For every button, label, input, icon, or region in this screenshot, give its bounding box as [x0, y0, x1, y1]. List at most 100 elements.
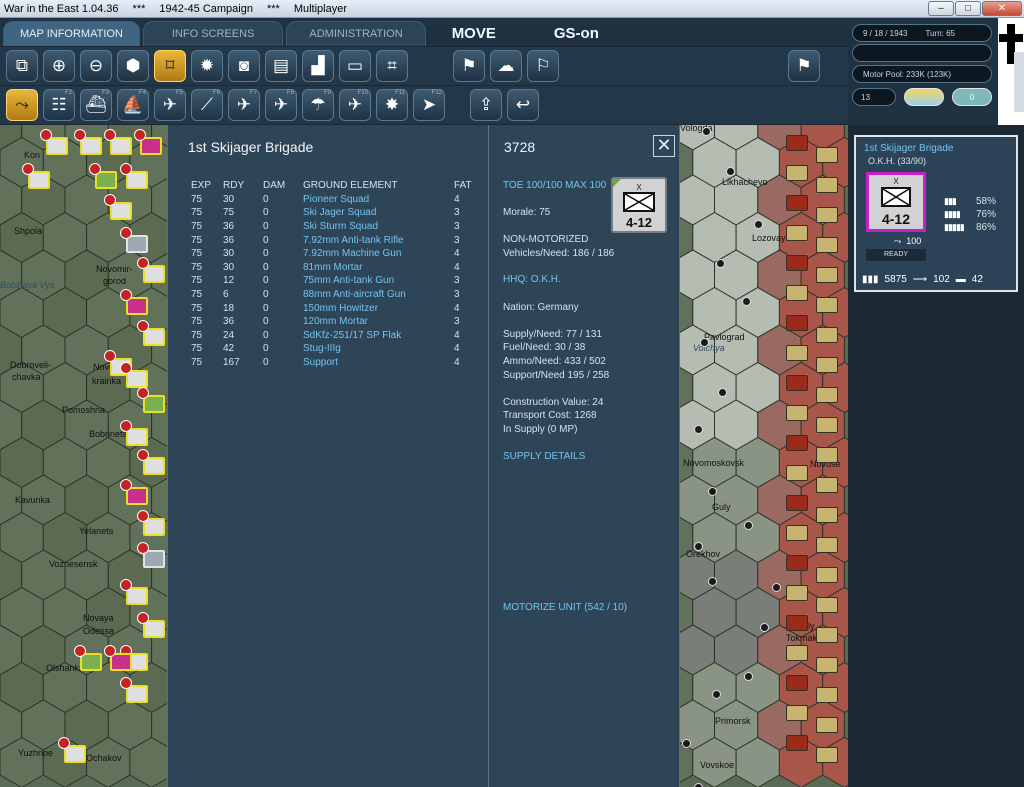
enemy-unit-counter[interactable]: [786, 735, 808, 751]
enemy-unit-counter[interactable]: [786, 405, 808, 421]
enemy-unit-counter[interactable]: [786, 585, 808, 601]
gear-icon[interactable]: ✹: [191, 50, 223, 82]
enemy-unit-counter[interactable]: [816, 327, 838, 343]
enemy-unit-counter[interactable]: [786, 555, 808, 571]
card-unit-counter[interactable]: X 4-12: [866, 172, 926, 232]
enemy-unit-counter[interactable]: [816, 747, 838, 763]
minimize-button[interactable]: –: [928, 1, 954, 16]
air-transfer-icon[interactable]: ✈ F7: [228, 89, 260, 121]
enemy-unit-counter[interactable]: [816, 627, 838, 643]
motorize-unit-link[interactable]: MOTORIZE UNIT (542 / 10): [503, 602, 627, 613]
enemy-unit-counter[interactable]: [816, 297, 838, 313]
enemy-unit-counter[interactable]: [786, 435, 808, 451]
supply-details-link[interactable]: SUPPLY DETAILS: [503, 451, 585, 462]
enemy-unit-counter[interactable]: [816, 147, 838, 163]
end-turn-flag-icon[interactable]: ⚑: [788, 50, 820, 82]
enemy-unit-counter[interactable]: [816, 657, 838, 673]
enemy-unit-counter[interactable]: [786, 495, 808, 511]
enemy-unit-counter[interactable]: [786, 315, 808, 331]
enemy-unit-counter[interactable]: [786, 705, 808, 721]
close-icon[interactable]: ✕: [653, 135, 675, 157]
table-row[interactable]: 75 6 0 88mm Anti-aircraft Gun 3: [191, 288, 484, 302]
tab-info-screens[interactable]: INFO SCREENS: [142, 21, 284, 46]
rectangle-icon[interactable]: ▭: [339, 50, 371, 82]
zoom-in-icon[interactable]: ⊕: [43, 50, 75, 82]
enemy-unit-counter[interactable]: [786, 465, 808, 481]
flag-icon[interactable]: ⚐: [527, 50, 559, 82]
enemy-unit-counter[interactable]: [816, 447, 838, 463]
table-row[interactable]: 75 36 0 7.92mm Anti-tank Rifle 3: [191, 233, 484, 247]
weather-icon[interactable]: ☁: [490, 50, 522, 82]
enemy-unit-counter[interactable]: [786, 645, 808, 661]
enemy-unit-counter[interactable]: [786, 675, 808, 691]
toe-link[interactable]: TOE 100/100 MAX 100: [503, 180, 606, 191]
ground-support-toggle[interactable]: GS-on: [554, 21, 599, 46]
zoom-out-icon[interactable]: ⊖: [80, 50, 112, 82]
enemy-unit-counter[interactable]: [786, 345, 808, 361]
air-attack-ground-icon[interactable]: ✈ F8: [265, 89, 297, 121]
naval-transport-icon[interactable]: ⛴ F3: [80, 89, 112, 121]
enemy-unit-counter[interactable]: [816, 237, 838, 253]
table-row[interactable]: 75 18 0 150mm Howitzer 4: [191, 301, 484, 315]
truck-icon[interactable]: ▤: [265, 50, 297, 82]
enemy-unit-counter[interactable]: [816, 417, 838, 433]
table-row[interactable]: 75 36 0 Ski Sturm Squad 3: [191, 220, 484, 234]
rail-icon[interactable]: ☷ F2: [43, 89, 75, 121]
close-window-button[interactable]: ✕: [982, 1, 1022, 16]
attack-icon[interactable]: ➤ F12: [413, 89, 445, 121]
movement-path-icon[interactable]: ⤳ F1: [6, 89, 38, 121]
enemy-unit-counter[interactable]: [816, 597, 838, 613]
ship-icon[interactable]: ⛵ F4: [117, 89, 149, 121]
enemy-unit-counter[interactable]: [816, 477, 838, 493]
enemy-unit-counter[interactable]: [786, 165, 808, 181]
col-dam[interactable]: DAM: [263, 180, 303, 191]
table-row[interactable]: 75 42 0 Stug-IIIg 4: [191, 342, 484, 356]
paradrop-icon[interactable]: ☂ F9: [302, 89, 334, 121]
table-row[interactable]: 75 167 0 Support 4: [191, 356, 484, 370]
factory-icon[interactable]: ▟: [302, 50, 334, 82]
enemy-unit-counter[interactable]: [816, 387, 838, 403]
col-ground-element[interactable]: GROUND ELEMENT: [303, 180, 454, 191]
upload-icon[interactable]: ⇪: [470, 89, 502, 121]
enemy-unit-counter[interactable]: [786, 255, 808, 271]
airstrike-icon[interactable]: ✈ F5: [154, 89, 186, 121]
explosion-icon[interactable]: ✸ F11: [376, 89, 408, 121]
enemy-unit-counter[interactable]: [786, 195, 808, 211]
air-base-icon[interactable]: ⟋ F6: [191, 89, 223, 121]
tab-map-information[interactable]: MAP INFORMATION: [3, 21, 140, 46]
enemy-unit-counter[interactable]: [816, 207, 838, 223]
col-rdy[interactable]: RDY: [223, 180, 263, 191]
enemy-unit-counter[interactable]: [786, 285, 808, 301]
table-row[interactable]: 75 30 0 Pioneer Squad 4: [191, 193, 484, 207]
col-fat[interactable]: FAT: [454, 180, 484, 191]
table-row[interactable]: 75 75 0 Ski Jager Squad 3: [191, 206, 484, 220]
scrollbar[interactable]: [1014, 52, 1024, 112]
maximize-button[interactable]: □: [955, 1, 981, 16]
move-mode-button[interactable]: MOVE: [452, 21, 496, 46]
unit-display-icon[interactable]: ◙: [228, 50, 260, 82]
hhq-link[interactable]: HHQ: O.K.H.: [503, 274, 561, 285]
enemy-unit-counter[interactable]: [786, 225, 808, 241]
enemy-unit-counter[interactable]: [816, 717, 838, 733]
enemy-unit-counter[interactable]: [816, 267, 838, 283]
undo-icon[interactable]: ↩: [507, 89, 539, 121]
unit-summary-card[interactable]: 1st Skijager Brigade O.K.H. (33/90) X 4-…: [854, 135, 1018, 292]
col-exp[interactable]: EXP: [191, 180, 223, 191]
hex-grid-icon[interactable]: ⬢: [117, 50, 149, 82]
enemy-unit-counter[interactable]: [786, 525, 808, 541]
table-row[interactable]: 75 24 0 SdKfz-251/17 SP Flak 4: [191, 329, 484, 343]
windows-icon[interactable]: ⧉: [6, 50, 38, 82]
enemy-unit-counter[interactable]: [816, 537, 838, 553]
tab-administration[interactable]: ADMINISTRATION: [286, 21, 426, 46]
enemy-unit-counter[interactable]: [816, 567, 838, 583]
map-overlay-icon[interactable]: ⌗: [376, 50, 408, 82]
enemy-unit-counter[interactable]: [816, 687, 838, 703]
table-row[interactable]: 75 30 0 7.92mm Machine Gun 4: [191, 247, 484, 261]
enemy-unit-counter[interactable]: [816, 177, 838, 193]
table-row[interactable]: 75 36 0 120mm Mortar 3: [191, 315, 484, 329]
unit-frame-icon[interactable]: ⌑: [154, 50, 186, 82]
enemy-unit-counter[interactable]: [816, 357, 838, 373]
flag-move-icon[interactable]: ⚑: [453, 50, 485, 82]
table-row[interactable]: 75 30 0 81mm Mortar 4: [191, 261, 484, 275]
enemy-unit-counter[interactable]: [786, 375, 808, 391]
